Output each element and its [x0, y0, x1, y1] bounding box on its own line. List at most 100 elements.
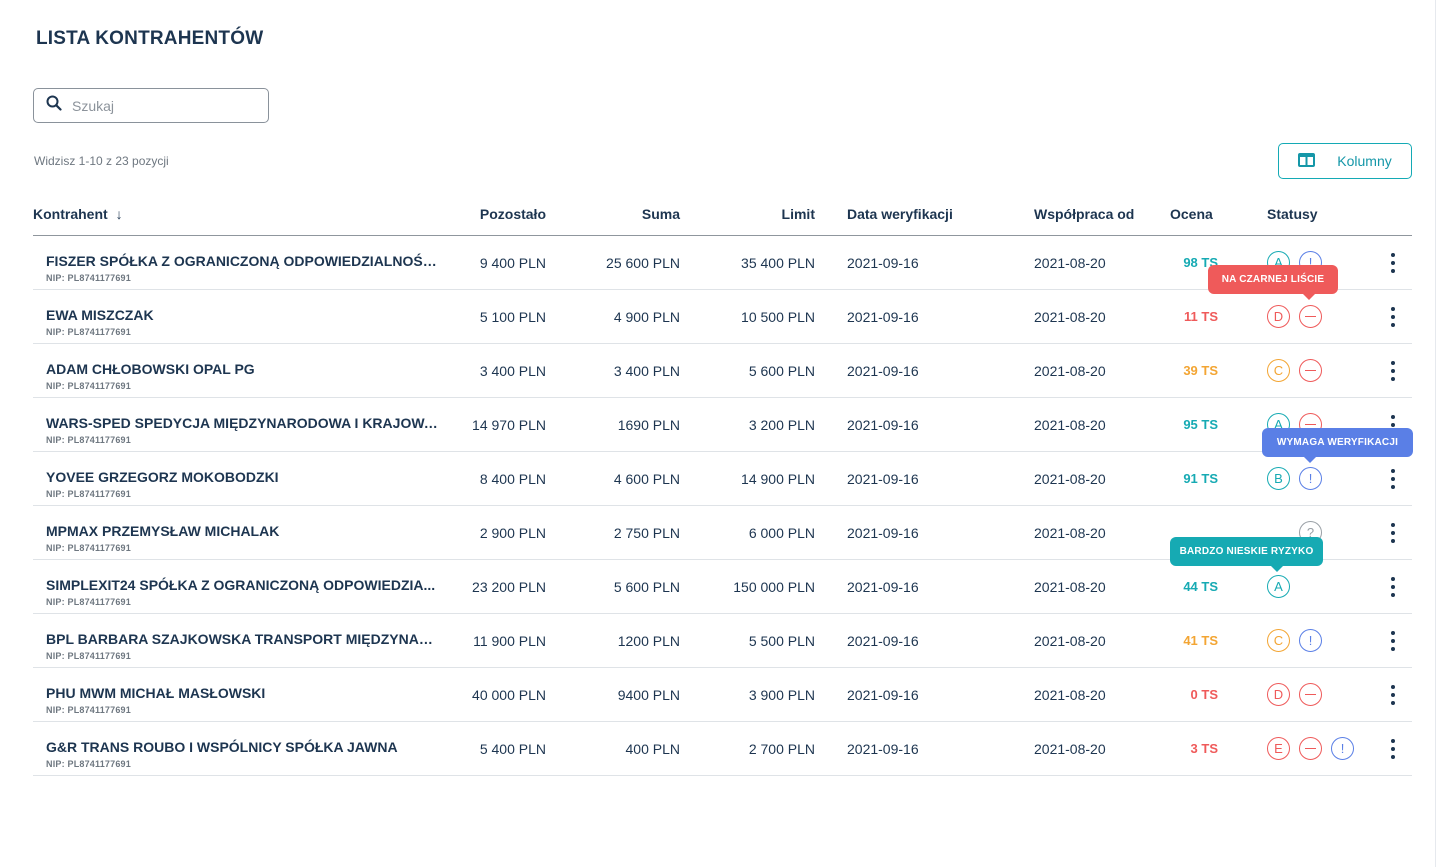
score-value: 44 TS — [1183, 579, 1218, 594]
grade-badge[interactable]: E — [1267, 737, 1290, 760]
blacklist-icon[interactable] — [1299, 305, 1322, 328]
more-vertical-icon[interactable] — [1390, 577, 1396, 597]
alert-icon[interactable]: ! — [1299, 467, 1322, 490]
cell-limit: 5 500 PLN — [748, 633, 815, 649]
contractor-name[interactable]: FISZER SPÓŁKA Z OGRANICZONĄ ODPOWIEDZIAL… — [46, 253, 441, 269]
more-vertical-icon[interactable] — [1390, 469, 1396, 489]
cell-limit: 6 000 PLN — [748, 525, 815, 541]
tooltip-blacklist: NA CZARNEJ LIŚCIE — [1208, 265, 1338, 300]
columns-button-label: Kolumny — [1337, 153, 1392, 169]
score-value: 41 TS — [1183, 633, 1218, 648]
header-limit[interactable]: Limit — [782, 206, 815, 222]
cell-data-weryfikacji: 2021-09-16 — [847, 633, 919, 649]
contractor-nip: NIP: PL8741177691 — [46, 435, 131, 445]
cell-data-weryfikacji: 2021-09-16 — [847, 687, 919, 703]
table-row[interactable]: ADAM CHŁOBOWSKI OPAL PG NIP: PL8741177691… — [33, 344, 1412, 398]
cell-data-weryfikacji: 2021-09-16 — [847, 471, 919, 487]
table-row[interactable]: WARS-SPED SPEDYCJA MIĘDZYNARODOWA I KRAJ… — [33, 398, 1412, 452]
cell-suma: 9400 PLN — [617, 687, 680, 703]
cell-wspolpraca-od: 2021-08-20 — [1034, 417, 1106, 433]
cell-limit: 14 900 PLN — [741, 471, 815, 487]
contractor-name[interactable]: BPL BARBARA SZAJKOWSKA TRANSPORT MIĘDZYN… — [46, 631, 441, 647]
grade-badge[interactable]: D — [1267, 683, 1290, 706]
cell-pozostalo: 23 200 PLN — [472, 579, 546, 595]
table-row[interactable]: YOVEE GRZEGORZ MOKOBODZKI NIP: PL87411776… — [33, 452, 1412, 506]
alert-icon[interactable]: ! — [1331, 737, 1354, 760]
contractor-name[interactable]: ADAM CHŁOBOWSKI OPAL PG — [46, 361, 441, 377]
header-data-weryfikacji[interactable]: Data weryfikacji — [847, 206, 953, 222]
sort-desc-icon[interactable]: ↓ — [116, 206, 123, 222]
tooltip-verification: WYMAGA WERYFIKACJI — [1262, 428, 1413, 463]
grade-badge[interactable]: C — [1267, 629, 1290, 652]
contractor-name[interactable]: EWA MISZCZAK — [46, 307, 441, 323]
cell-limit: 10 500 PLN — [741, 309, 815, 325]
contractor-name[interactable]: G&R TRANS ROUBO I WSPÓLNICY SPÓŁKA JAWNA — [46, 739, 441, 755]
header-pozostalo[interactable]: Pozostało — [480, 206, 546, 222]
table-row[interactable]: EWA MISZCZAK NIP: PL8741177691 5 100 PLN 4 … — [33, 290, 1412, 344]
cell-pozostalo: 2 900 PLN — [479, 525, 546, 541]
grade-badge[interactable]: D — [1267, 305, 1290, 328]
more-vertical-icon[interactable] — [1390, 523, 1396, 543]
contractor-name[interactable]: PHU MWM MICHAŁ MASŁOWSKI — [46, 685, 441, 701]
cell-wspolpraca-od: 2021-08-20 — [1034, 525, 1106, 541]
cell-suma: 3 400 PLN — [613, 363, 680, 379]
header-ocena[interactable]: Ocena — [1170, 206, 1213, 222]
contractor-name[interactable]: SIMPLEXIT24 SPÓŁKA Z OGRANICZONĄ ODPOWIE… — [46, 577, 441, 593]
score-value: 39 TS — [1183, 363, 1218, 378]
more-vertical-icon[interactable] — [1390, 307, 1396, 327]
contractor-name[interactable]: WARS-SPED SPEDYCJA MIĘDZYNARODOWA I KRAJ… — [46, 415, 441, 431]
contractor-name[interactable]: YOVEE GRZEGORZ MOKOBODZKI — [46, 469, 441, 485]
table-row[interactable]: SIMPLEXIT24 SPÓŁKA Z OGRANICZONĄ ODPOWIE… — [33, 560, 1412, 614]
grade-badge[interactable]: B — [1267, 467, 1290, 490]
search-box[interactable] — [33, 88, 269, 123]
cell-wspolpraca-od: 2021-08-20 — [1034, 471, 1106, 487]
more-vertical-icon[interactable] — [1390, 253, 1396, 273]
score-value: 95 TS — [1183, 417, 1218, 432]
cell-wspolpraca-od: 2021-08-20 — [1034, 687, 1106, 703]
grade-badge[interactable]: C — [1267, 359, 1290, 382]
cell-wspolpraca-od: 2021-08-20 — [1034, 255, 1106, 271]
header-kontrahent-label: Kontrahent — [33, 206, 108, 222]
alert-icon[interactable]: ! — [1299, 629, 1322, 652]
score-value: 91 TS — [1183, 471, 1218, 486]
header-suma[interactable]: Suma — [642, 206, 680, 222]
cell-suma: 400 PLN — [625, 741, 680, 757]
table-row[interactable]: FISZER SPÓŁKA Z OGRANICZONĄ ODPOWIEDZIAL… — [33, 236, 1412, 290]
more-vertical-icon[interactable] — [1390, 361, 1396, 381]
table-row[interactable]: G&R TRANS ROUBO I WSPÓLNICY SPÓŁKA JAWNA… — [33, 722, 1412, 776]
header-kontrahent[interactable]: Kontrahent ↓ — [33, 206, 123, 222]
table-row[interactable]: PHU MWM MICHAŁ MASŁOWSKI NIP: PL874117769… — [33, 668, 1412, 722]
cell-wspolpraca-od: 2021-08-20 — [1034, 579, 1106, 595]
search-input[interactable] — [72, 97, 242, 114]
cell-wspolpraca-od: 2021-08-20 — [1034, 741, 1106, 757]
more-vertical-icon[interactable] — [1390, 685, 1396, 705]
cell-limit: 3 200 PLN — [748, 417, 815, 433]
more-vertical-icon[interactable] — [1390, 739, 1396, 759]
cell-suma: 4 600 PLN — [613, 471, 680, 487]
columns-button[interactable]: Kolumny — [1278, 143, 1412, 179]
table-row[interactable]: BPL BARBARA SZAJKOWSKA TRANSPORT MIĘDZYN… — [33, 614, 1412, 668]
grade-badge[interactable]: A — [1267, 575, 1290, 598]
cell-pozostalo: 11 900 PLN — [473, 633, 546, 649]
contractor-name[interactable]: MPMAX PRZEMYSŁAW MICHALAK — [46, 523, 441, 539]
cell-pozostalo: 3 400 PLN — [479, 363, 546, 379]
cell-suma: 5 600 PLN — [613, 579, 680, 595]
tooltip-low-risk: BARDZO NIESKIE RYZYKO — [1170, 537, 1323, 572]
contractor-nip: NIP: PL8741177691 — [46, 759, 131, 769]
contractor-nip: NIP: PL8741177691 — [46, 327, 131, 337]
contractor-nip: NIP: PL8741177691 — [46, 597, 131, 607]
cell-suma: 25 600 PLN — [606, 255, 680, 271]
cell-data-weryfikacji: 2021-09-16 — [847, 579, 919, 595]
header-wspolpraca-od[interactable]: Współpraca od — [1034, 206, 1134, 222]
cell-data-weryfikacji: 2021-09-16 — [847, 525, 919, 541]
search-icon — [46, 95, 62, 116]
contractor-nip: NIP: PL8741177691 — [46, 489, 131, 499]
contractor-nip: NIP: PL8741177691 — [46, 381, 131, 391]
blacklist-icon[interactable] — [1299, 359, 1322, 382]
blacklist-icon[interactable] — [1299, 683, 1322, 706]
cell-wspolpraca-od: 2021-08-20 — [1034, 363, 1106, 379]
cell-suma: 2 750 PLN — [613, 525, 680, 541]
more-vertical-icon[interactable] — [1390, 631, 1396, 651]
blacklist-icon[interactable] — [1299, 737, 1322, 760]
cell-limit: 2 700 PLN — [748, 741, 815, 757]
